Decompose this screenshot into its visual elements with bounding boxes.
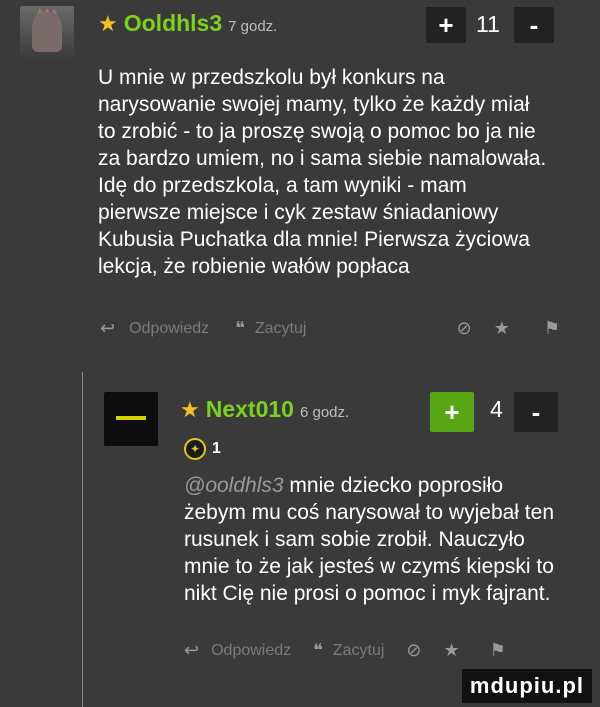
comment2-line: mnie to że jak jesteś w czymś kiepski to xyxy=(184,555,554,578)
reply-icon[interactable]: ↩ xyxy=(184,640,199,661)
report-flag-icon[interactable]: ⚑ xyxy=(490,640,506,661)
avatar-ooldhls3[interactable] xyxy=(20,6,74,60)
comment1-line: narysowanie swojej mamy, tylko że każdy … xyxy=(98,93,530,116)
comment1-downvote-button[interactable]: - xyxy=(514,7,554,43)
comment1-header: ★ Ooldhls3 7 godz. xyxy=(98,10,277,37)
comment2-mention[interactable]: @ooldhls3 xyxy=(184,474,284,497)
comment2-header: ★ Next010 6 godz. xyxy=(180,396,349,423)
comment2-line: mnie dziecko poprosiło xyxy=(289,474,503,497)
reply-icon[interactable]: ↩ xyxy=(100,318,115,339)
comment1-reply-link[interactable]: Odpowiedz xyxy=(129,320,209,338)
favorite-star-icon[interactable]: ★ xyxy=(444,640,460,661)
comment1-score: 11 xyxy=(476,11,500,37)
comment2-upvote-button[interactable]: + xyxy=(430,392,474,432)
comment1-line: Kubusia Puchatka dla mnie! Pierwsza życi… xyxy=(98,228,530,251)
comment1-line: to zrobić - to ja proszę swoją o pomoc b… xyxy=(98,120,536,143)
comment2-score: 4 xyxy=(490,396,503,422)
comment2-line-first: @ooldhls3 mnie dziecko poprosiło xyxy=(184,472,594,499)
avatar-bar-shape xyxy=(116,416,146,420)
comment1-line: za bardzo umiem, no i sama siebie namalo… xyxy=(98,147,547,170)
report-flag-icon[interactable]: ⚑ xyxy=(544,318,560,339)
quote-icon[interactable]: ❝ xyxy=(235,318,245,339)
favorite-star-icon[interactable]: ★ xyxy=(494,318,510,339)
comment2-downvote-button[interactable]: - xyxy=(514,392,558,432)
comment1-line: Idę do przedszkola, a tam wyniki - mam xyxy=(98,174,467,197)
comment1-quote-link[interactable]: Zacytuj xyxy=(255,320,307,338)
watermark-logo: mdupiu.pl xyxy=(461,669,592,703)
comment1-username[interactable]: Ooldhls3 xyxy=(124,10,222,37)
comment2-line: żebym mu coś narysował to wyjebał ten xyxy=(184,501,554,524)
badge-count: 1 xyxy=(212,440,221,457)
comment2-reply-link[interactable]: Odpowiedz xyxy=(211,642,291,660)
star-icon: ★ xyxy=(98,11,118,36)
comment2-line: rusunek i sam sobie zrobił. Nauczyło xyxy=(184,528,525,551)
comment2-badge: ✦ 1 xyxy=(184,438,221,460)
block-icon[interactable]: ⊘ xyxy=(406,640,421,661)
comment2-username[interactable]: Next010 xyxy=(206,396,294,423)
comment2-body: @ooldhls3 mnie dziecko poprosiło żebym m… xyxy=(184,472,594,607)
star-icon: ★ xyxy=(180,397,200,422)
comment2-quote-link[interactable]: Zacytuj xyxy=(333,642,385,660)
block-icon[interactable]: ⊘ xyxy=(457,318,472,339)
comment2-line: nikt Cię nie prosi o pomoc i myk fajrant… xyxy=(184,582,551,605)
comment1-line: pierwsze miejsce i cyk zestaw śniadaniow… xyxy=(98,201,499,224)
thread-line xyxy=(82,372,83,707)
comment1-actions: ↩ Odpowiedz ❝ Zacytuj ⊘ ★ ⚑ xyxy=(100,318,560,339)
avatar-figure-shape xyxy=(32,12,62,52)
avatar-next010[interactable] xyxy=(104,392,158,446)
comment2-actions: ↩ Odpowiedz ❝ Zacytuj ⊘ ★ ⚑ xyxy=(184,640,564,661)
comment1-body: U mnie w przedszkolu był konkurs na nary… xyxy=(98,64,588,280)
comment1-line: U mnie w przedszkolu był konkurs na xyxy=(98,66,445,89)
comment2-time: 6 godz. xyxy=(299,404,350,421)
comment1-upvote-button[interactable]: + xyxy=(426,7,466,43)
comment1-line: lekcja, że robienie wałów popłaca xyxy=(98,255,410,278)
quote-icon[interactable]: ❝ xyxy=(313,640,323,661)
comment1-time: 7 godz. xyxy=(228,18,278,35)
badge-medal-icon: ✦ xyxy=(184,438,206,460)
